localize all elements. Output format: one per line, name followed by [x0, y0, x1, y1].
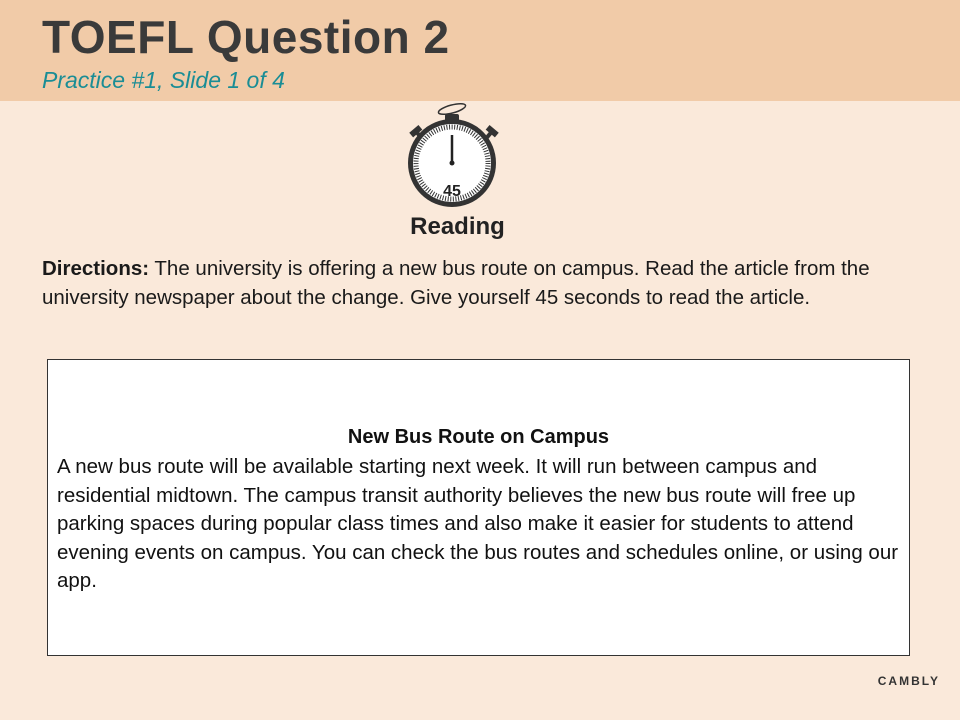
header-band: TOEFL Question 2 Practice #1, Slide 1 of…	[0, 0, 960, 101]
directions-lead: Directions:	[42, 257, 150, 280]
timer-seconds: 45	[443, 183, 461, 200]
brand-logo: CAMBLY	[877, 674, 940, 688]
article-body: A new bus route will be available starti…	[57, 455, 899, 592]
stopwatch-icon: 45	[403, 101, 505, 213]
page-subtitle: Practice #1, Slide 1 of 4	[42, 67, 285, 93]
directions-body: The university is offering a new bus rou…	[42, 257, 870, 309]
article-box: New Bus Route on Campus A new bus route …	[47, 359, 910, 656]
directions-text: Directions: The university is offering a…	[42, 254, 932, 312]
article-title: New Bus Route on Campus	[347, 426, 610, 448]
page-title: TOEFL Question 2	[42, 11, 450, 63]
timer-label: Reading	[410, 213, 505, 240]
